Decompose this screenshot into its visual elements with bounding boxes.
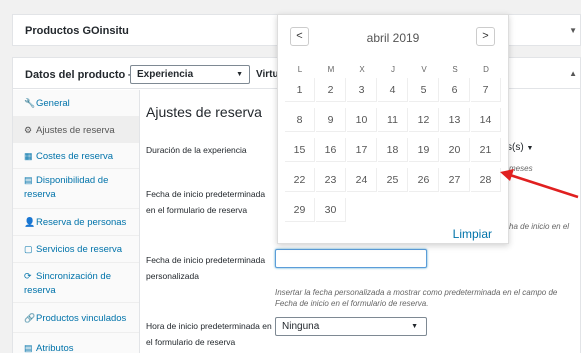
duration-unit-select[interactable]: s(s) ▼ (507, 139, 551, 158)
sidebar-item-attributes[interactable]: ▤ Atributos (13, 333, 139, 353)
chevron-down-icon: ▼ (411, 323, 418, 330)
product-data-label: Datos del producto — (25, 69, 140, 81)
person-icon: 👤 (24, 217, 36, 227)
custom-start-label: Fecha de inicio predeterminada personali… (146, 255, 266, 281)
day-cell[interactable]: 18 (378, 138, 408, 162)
weekday-header: M (327, 65, 335, 74)
clear-button[interactable]: Limpiar (453, 227, 492, 241)
custom-start-hint: Insertar la fecha personalizada a mostra… (275, 288, 558, 308)
weekday-header: L (297, 65, 303, 74)
datepicker-popup: < abril 2019 > L M X J V S D 1 2 3 4 5 6 7 8 9 10 11 12 13 1… (277, 14, 509, 244)
calendar-icon: ▤ (24, 175, 33, 185)
day-cell[interactable]: 23 (316, 168, 346, 192)
day-cell[interactable]: 2 (316, 78, 346, 102)
day-cell[interactable]: 9 (316, 108, 346, 132)
day-cell[interactable]: 25 (378, 168, 408, 192)
day-cell[interactable]: 17 (347, 138, 377, 162)
default-start-hint: ha de inicio en el (509, 222, 570, 231)
day-cell[interactable]: 5 (409, 78, 439, 102)
day-cell[interactable]: 14 (471, 108, 501, 132)
day-cell[interactable]: 26 (409, 168, 439, 192)
weekday-header: V (421, 65, 427, 74)
custom-start-date-input[interactable] (275, 249, 427, 268)
day-cell[interactable]: 15 (285, 138, 315, 162)
datepicker-header: < abril 2019 > (278, 15, 508, 57)
day-cell[interactable]: 28 (471, 168, 501, 192)
weekday-header: S (452, 65, 458, 74)
day-cell[interactable]: 27 (440, 168, 470, 192)
day-cell[interactable]: 6 (440, 78, 470, 102)
table-icon: ▦ (24, 151, 33, 161)
day-cell[interactable]: 21 (471, 138, 501, 162)
gear-icon: ⚙ (24, 125, 33, 135)
sidebar-item-services[interactable]: ▢ Servicios de reserva (13, 236, 139, 263)
sidebar-item-booking-costs[interactable]: ▦ Costes de reserva (13, 143, 139, 169)
sidebar-item-booking-settings[interactable]: ⚙ Ajustes de reserva (13, 117, 139, 143)
product-type-select[interactable]: Experiencia ▼ (130, 65, 250, 84)
day-cell[interactable]: 10 (347, 108, 377, 132)
day-cell[interactable]: 19 (409, 138, 439, 162)
sidebar-item-availability[interactable]: ▤ Disponibilidad de reserva (13, 169, 139, 209)
weekday-header: J (391, 65, 395, 74)
sidebar-item-persons[interactable]: 👤Reserva de personas (13, 209, 139, 236)
weekday-header: D (483, 65, 489, 74)
sidebar-item-sync[interactable]: ⟳ Sincronización de reserva (13, 263, 139, 303)
product-data-tabs: 🔧General ⚙ Ajustes de reserva ▦ Costes de … (13, 90, 140, 353)
chevron-down-icon: ▼ (236, 71, 243, 78)
chevron-down-icon: ▼ (526, 145, 534, 152)
day-cell[interactable]: 7 (471, 78, 501, 102)
day-cell[interactable]: 20 (440, 138, 470, 162)
next-month-button[interactable]: > (476, 27, 495, 46)
day-cell[interactable]: 24 (347, 168, 377, 192)
panel-title: Productos GOinsitu (25, 25, 129, 37)
list-icon: ▤ (24, 343, 33, 353)
collapse-arrow-icon[interactable]: ▼ (569, 26, 577, 35)
day-cell[interactable]: 12 (409, 108, 439, 132)
default-time-label: Hora de inicio predeterminada en el form… (146, 321, 272, 347)
duration-hint: meses (509, 164, 533, 173)
day-cell[interactable]: 4 (378, 78, 408, 102)
duration-label: Duración de la experiencia (146, 145, 247, 155)
product-type-value: Experiencia (137, 69, 194, 80)
sidebar-item-general[interactable]: 🔧General (13, 90, 139, 117)
weekday-header: X (359, 65, 365, 74)
day-cell[interactable]: 22 (285, 168, 315, 192)
day-cell[interactable]: 13 (440, 108, 470, 132)
section-title: Ajustes de reserva (146, 104, 262, 120)
datepicker-month-title: abril 2019 (366, 31, 420, 45)
day-cell[interactable]: 30 (316, 198, 346, 222)
default-time-select[interactable]: Ninguna ▼ (275, 317, 427, 336)
default-time-value: Ninguna (282, 321, 320, 332)
box-icon: ▢ (24, 244, 33, 254)
link-icon: 🔗 (24, 313, 36, 323)
day-cell[interactable]: 8 (285, 108, 315, 132)
sidebar-item-linked-products[interactable]: 🔗Productos vinculados (13, 303, 139, 333)
wrench-icon: 🔧 (24, 98, 36, 108)
collapse-arrow-icon[interactable]: ▲ (569, 69, 577, 78)
default-start-label: Fecha de inicio predeterminada en el for… (146, 189, 266, 215)
day-cell[interactable]: 1 (285, 78, 315, 102)
sync-icon: ⟳ (24, 271, 32, 281)
day-cell[interactable]: 3 (347, 78, 377, 102)
day-cell[interactable]: 29 (285, 198, 315, 222)
day-cell[interactable]: 11 (378, 108, 408, 132)
day-cell[interactable]: 16 (316, 138, 346, 162)
